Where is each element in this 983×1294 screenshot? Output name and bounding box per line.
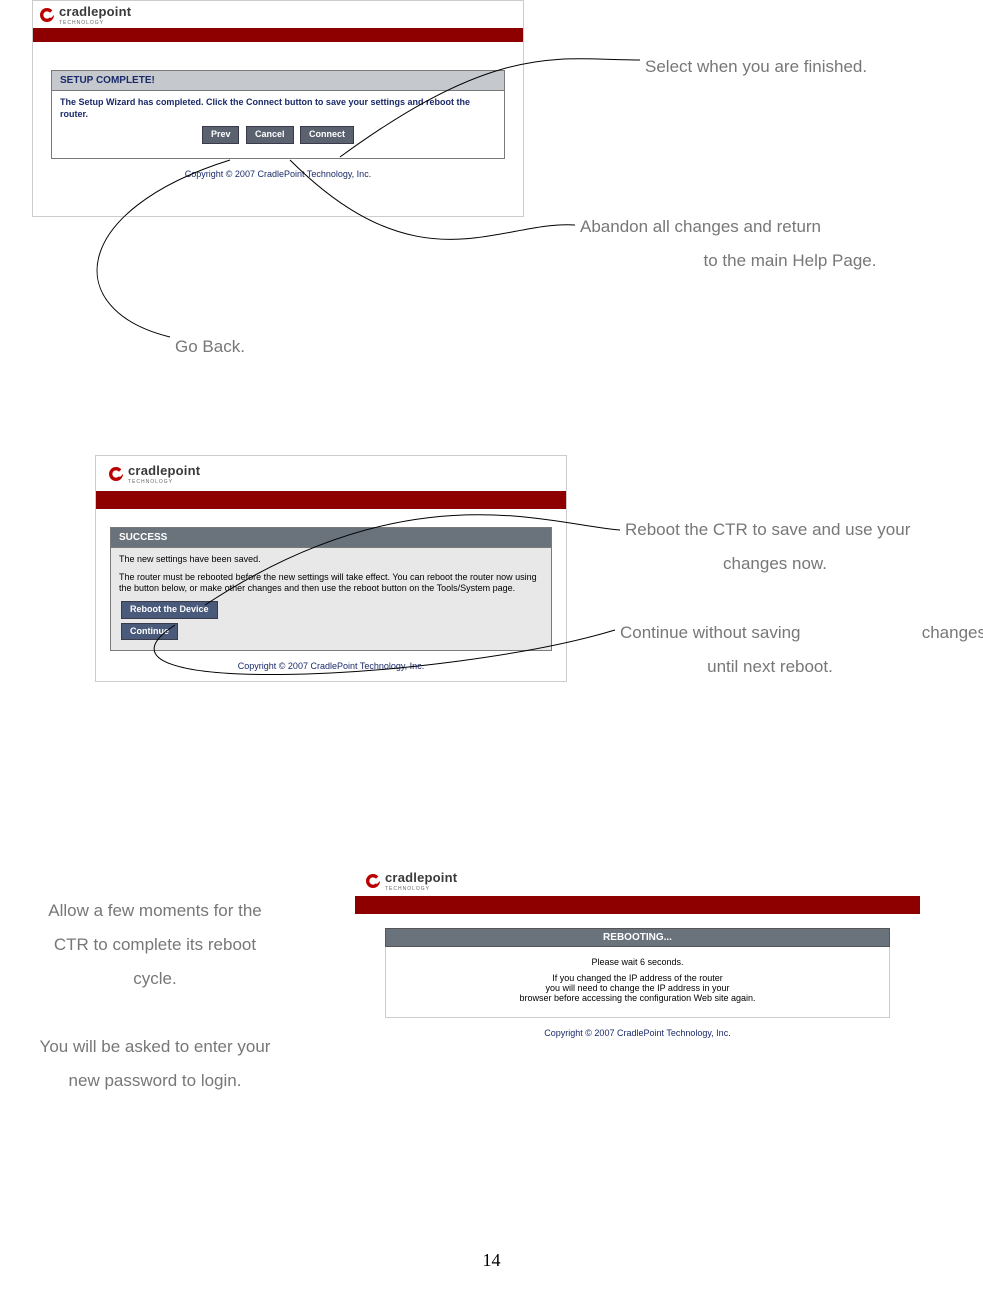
button-row: Prev Cancel Connect [60,120,496,148]
logo-bar: cradlepoint TECHNOLOGY [33,1,523,28]
annotation-continue-1a: Continue without saving [620,623,801,642]
annotation-reboot-2: changes now. [625,547,925,581]
annotation-finished: Select when you are finished. [645,50,983,84]
annotation-goback: Go Back. [175,330,245,364]
logo-text: cradlepoint TECHNOLOGY [128,462,200,485]
logo-text: cradlepoint TECHNOLOGY [59,3,131,26]
page-number: 14 [0,1250,983,1271]
red-bar [355,896,920,914]
red-bar [96,491,566,509]
rebooting-line4: browser before accessing the configurati… [392,993,883,1003]
cradlepoint-logo-icon [39,7,55,23]
success-body: The new settings have been saved. The ro… [111,548,551,650]
setup-complete-panel: SETUP COMPLETE! The Setup Wizard has com… [51,70,505,159]
setup-complete-header: SETUP COMPLETE! [52,71,504,91]
rebooting-line2: If you changed the IP address of the rou… [392,973,883,983]
copyright-text: Copyright © 2007 CradlePoint Technology,… [355,1018,920,1048]
success-line2: The router must be rebooted before the n… [119,572,543,595]
prev-button[interactable]: Prev [202,126,240,144]
annotation-allow-2: CTR to complete its reboot [0,928,310,962]
annotation-allow-5: new password to login. [0,1064,310,1098]
success-header: SUCCESS [111,528,551,548]
continue-button[interactable]: Continue [121,623,178,641]
cradlepoint-logo-icon [108,466,124,482]
setup-complete-text: The Setup Wizard has completed. Click th… [60,97,470,119]
logo-bar: cradlepoint TECHNOLOGY [355,865,920,896]
annotation-abandon-2: to the main Help Page. [580,244,983,278]
annotation-abandon-1: Abandon all changes and return [580,210,983,244]
annotation-continue-2: until next reboot. [620,650,920,684]
rebooting-panel: REBOOTING... Please wait 6 seconds. If y… [385,928,890,1018]
annotation-reboot-1: Reboot the CTR to save and use your [625,513,910,547]
success-line1: The new settings have been saved. [119,554,543,566]
annotation-allow-1: Allow a few moments for the [0,894,310,928]
cancel-button[interactable]: Cancel [246,126,294,144]
success-screenshot: cradlepoint TECHNOLOGY SUCCESS The new s… [95,455,567,682]
logo-text: cradlepoint TECHNOLOGY [385,869,457,892]
cradlepoint-logo-icon [365,873,381,889]
annotation-allow-4: You will be asked to enter your [0,1030,310,1064]
reboot-button[interactable]: Reboot the Device [121,601,218,619]
rebooting-body: Please wait 6 seconds. If you changed th… [385,947,890,1018]
connect-button[interactable]: Connect [300,126,354,144]
annotation-allow-3: cycle. [0,962,310,996]
copyright-text: Copyright © 2007 CradlePoint Technology,… [33,159,523,189]
copyright-text: Copyright © 2007 CradlePoint Technology,… [96,651,566,681]
logo-bar: cradlepoint TECHNOLOGY [96,456,566,491]
rebooting-line1: Please wait 6 seconds. [392,957,883,967]
red-bar [33,28,523,42]
rebooting-header: REBOOTING... [385,928,890,947]
setup-complete-body: The Setup Wizard has completed. Click th… [52,91,504,158]
rebooting-screenshot: cradlepoint TECHNOLOGY REBOOTING... Plea… [355,865,920,1048]
success-panel: SUCCESS The new settings have been saved… [110,527,552,651]
annotation-continue-1: Continue without saving changes [620,616,983,650]
setup-complete-screenshot: cradlepoint TECHNOLOGY SETUP COMPLETE! T… [32,0,524,217]
rebooting-line3: you will need to change the IP address i… [392,983,883,993]
annotation-continue-1b: changes [922,616,983,650]
